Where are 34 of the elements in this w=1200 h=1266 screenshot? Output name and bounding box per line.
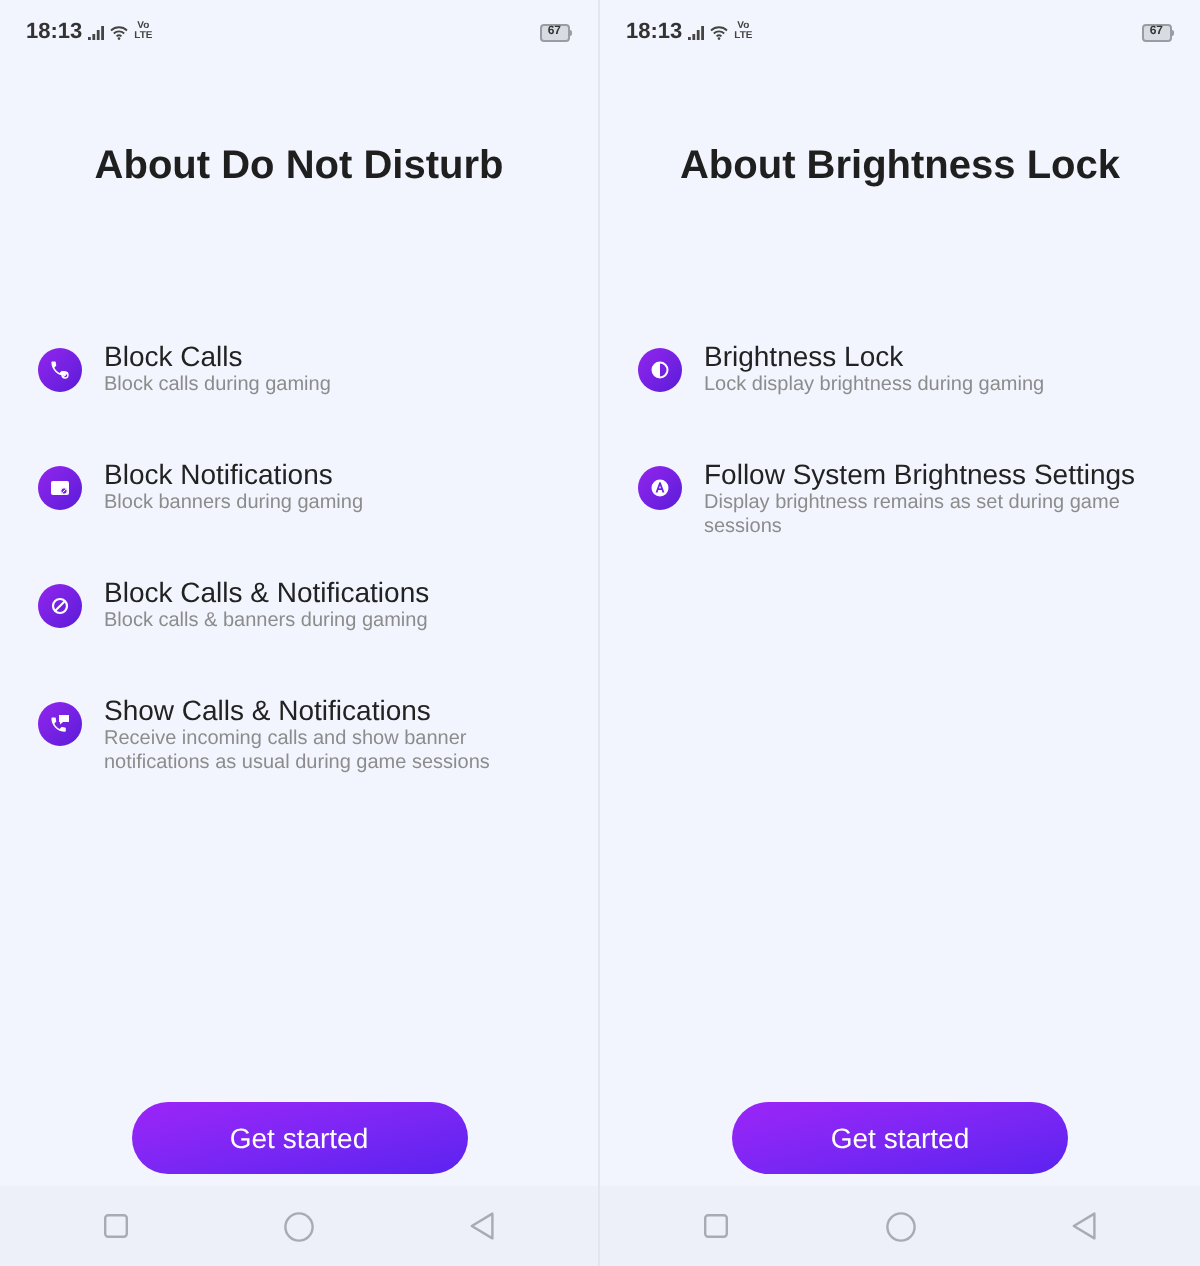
wifi-icon xyxy=(110,25,129,39)
card-icon xyxy=(38,466,82,510)
get-started-button[interactable]: Get started xyxy=(732,1102,1068,1174)
option-description: Receive incoming calls and show banner notifications as usual during game sessions xyxy=(104,728,492,776)
option-title: Follow System Brightness Settings xyxy=(704,456,1136,492)
phone-message-icon xyxy=(38,702,82,746)
wifi-icon xyxy=(710,25,729,39)
option-title: Brightness Lock xyxy=(704,338,906,374)
option-title: Block Calls xyxy=(104,338,245,374)
auto-brightness-icon xyxy=(638,466,682,510)
page-title: About Brightness Lock xyxy=(677,142,1122,192)
option-description: Block banners during gaming xyxy=(104,492,364,516)
option-title: Block Calls & Notifications xyxy=(104,574,430,610)
option-description: Block calls & banners during gaming xyxy=(104,610,430,634)
option-description: Block calls during gaming xyxy=(104,374,331,398)
recent-apps-icon[interactable] xyxy=(103,1214,128,1238)
signal-icon xyxy=(88,25,105,39)
get-started-button[interactable]: Get started xyxy=(131,1102,467,1174)
option-description: Display brightness remains as set during game sessions xyxy=(704,492,1122,540)
option-title: Show Calls & Notifications xyxy=(104,692,433,728)
option-title: Block Notifications xyxy=(104,456,335,492)
phone-icon xyxy=(38,348,82,392)
recent-apps-icon[interactable] xyxy=(704,1214,728,1238)
home-icon[interactable] xyxy=(283,1211,314,1241)
signal-icon xyxy=(688,25,705,39)
status-time: 18:13 xyxy=(626,19,683,45)
page-title: About Do Not Disturb xyxy=(92,142,506,192)
back-icon[interactable] xyxy=(1072,1212,1096,1240)
contrast-icon xyxy=(638,348,682,392)
status-time: 18:13 xyxy=(26,19,83,45)
home-icon[interactable] xyxy=(885,1211,915,1241)
back-icon[interactable] xyxy=(470,1212,495,1240)
option-description: Lock display brightness during gaming xyxy=(704,374,1045,398)
prohibited-icon xyxy=(38,584,82,628)
